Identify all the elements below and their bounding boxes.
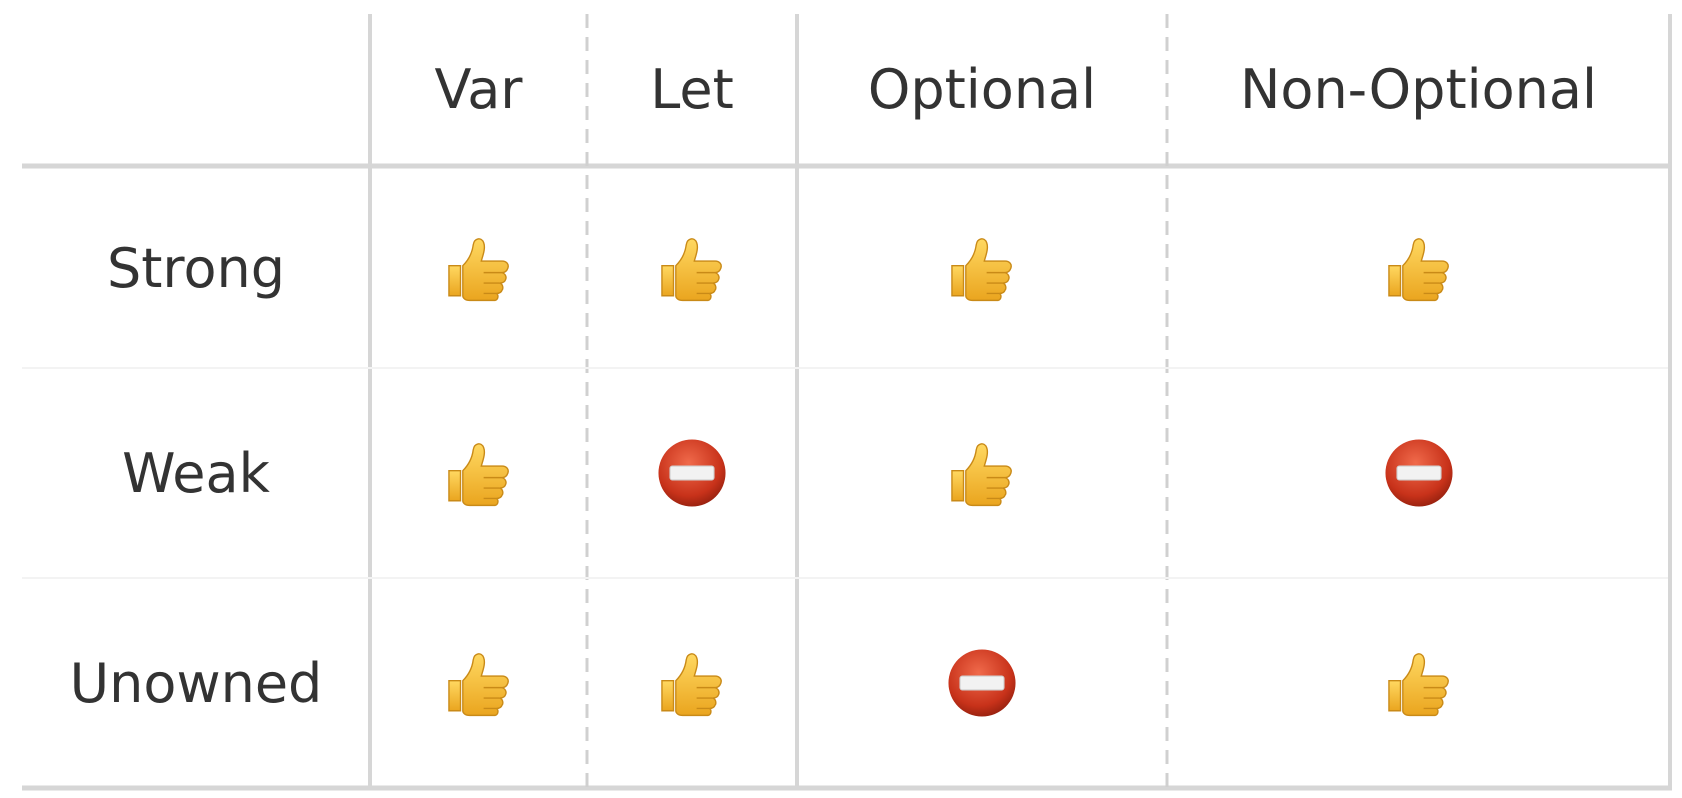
table-cell bbox=[1167, 368, 1670, 578]
column-header-let: Let bbox=[650, 57, 734, 121]
thumbs-up-icon bbox=[442, 646, 516, 720]
thumbs-up-icon bbox=[945, 231, 1019, 305]
table-cell bbox=[797, 368, 1167, 578]
table-cell bbox=[587, 368, 797, 578]
column-header-optional: Optional bbox=[867, 57, 1097, 121]
table-cell bbox=[370, 368, 587, 578]
column-header-var: Var bbox=[434, 57, 523, 121]
column-header-non-optional: Non-Optional bbox=[1240, 57, 1597, 121]
table-cell bbox=[587, 578, 797, 788]
row-label-strong: Strong bbox=[106, 236, 285, 300]
thumbs-up-icon bbox=[442, 231, 516, 305]
thumbs-up-icon bbox=[655, 231, 729, 305]
thumbs-up-icon bbox=[945, 436, 1019, 510]
row-label-unowned: Unowned bbox=[69, 651, 323, 715]
no-entry-icon bbox=[1382, 436, 1456, 510]
table-cell bbox=[587, 168, 797, 368]
thumbs-up-icon bbox=[1382, 646, 1456, 720]
table-cell bbox=[797, 168, 1167, 368]
thumbs-up-icon bbox=[655, 646, 729, 720]
no-entry-icon bbox=[655, 436, 729, 510]
no-entry-icon bbox=[945, 646, 1019, 720]
table-cell bbox=[1167, 578, 1670, 788]
thumbs-up-icon bbox=[1382, 231, 1456, 305]
thumbs-up-icon bbox=[442, 436, 516, 510]
row-label-weak: Weak bbox=[122, 441, 270, 505]
table-cell bbox=[370, 168, 587, 368]
table-cell bbox=[797, 578, 1167, 788]
table-cell bbox=[370, 578, 587, 788]
table-cell bbox=[1167, 168, 1670, 368]
